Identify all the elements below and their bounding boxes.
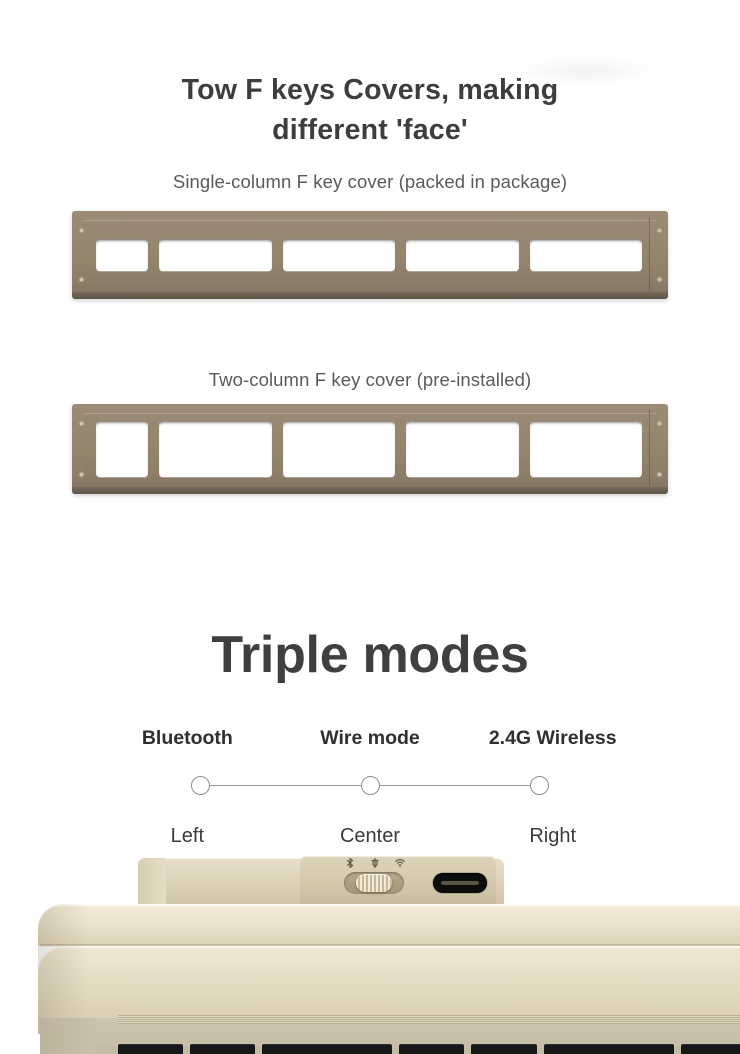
mode-label-bluetooth: Bluetooth (141, 727, 233, 749)
wifi-icon (394, 857, 406, 869)
cutout-esc (96, 239, 148, 271)
two-column-caption: Two-column F key cover (pre-installed) (208, 369, 532, 390)
keycap (399, 1044, 465, 1054)
cutout-group (529, 421, 642, 477)
screw-hole (78, 228, 84, 233)
triple-modes-heading: Triple modes (211, 626, 529, 684)
screw-hole (656, 228, 662, 233)
plate-cutouts (96, 211, 642, 299)
screw-holes-left (74, 211, 88, 299)
keyboard-case-top-lip (38, 904, 740, 946)
modes-diagram: Bluetooth Wire mode 2.4G Wireless Left C… (96, 727, 644, 847)
mode-position-center: Center (339, 825, 401, 847)
cutout-group (159, 421, 272, 477)
mode-slider-knob[interactable] (356, 874, 392, 892)
mode-node-center[interactable] (361, 776, 380, 795)
covers-heading: Tow F keys Covers, making different 'fac… (0, 70, 740, 150)
cutout-group (282, 421, 395, 477)
screw-hole (78, 421, 84, 426)
keycap (680, 1044, 740, 1054)
product-detail-page: Tow F keys Covers, making different 'fac… (0, 0, 740, 1054)
keyboard-deck-left (40, 1018, 100, 1054)
single-column-f-key-cover (72, 211, 668, 299)
mode-labels-row: Bluetooth Wire mode 2.4G Wireless (96, 727, 644, 750)
screw-hole (78, 277, 84, 282)
plate-cutouts (96, 404, 642, 494)
keyboard-groove-lines (118, 1015, 740, 1024)
switch-mode-icons (344, 857, 406, 869)
cutout-group (159, 239, 272, 271)
keycap (190, 1044, 256, 1054)
covers-heading-line2: different 'face' (272, 114, 468, 146)
keycap (118, 1044, 184, 1054)
mode-positions-row: Left Center Right (96, 825, 644, 848)
usb-c-port (433, 873, 487, 893)
mode-label-wire: Wire mode (320, 727, 420, 749)
mode-label-wireless: 2.4G Wireless (488, 727, 617, 749)
plate-seam-line (649, 217, 650, 291)
keyboard-rear-module-left (138, 858, 166, 910)
screw-hole (656, 421, 662, 426)
wired-icon (369, 857, 381, 869)
mode-position-left: Left (170, 825, 205, 847)
screw-holes-right (652, 404, 666, 494)
cutout-group (529, 239, 642, 271)
keycap (471, 1044, 537, 1054)
single-column-caption: Single-column F key cover (packed in pac… (172, 171, 568, 192)
mode-node-left[interactable] (191, 776, 210, 795)
screw-hole (656, 277, 662, 282)
mode-node-right[interactable] (530, 776, 549, 795)
cutout-group (282, 239, 395, 271)
keyboard-case-left-shading (38, 904, 88, 1034)
keycap (262, 1044, 393, 1054)
mode-slider-switch[interactable] (344, 872, 404, 894)
bluetooth-icon (344, 857, 356, 869)
keycap-row (118, 1044, 740, 1054)
screw-holes-right (652, 211, 666, 299)
plate-seam-line (649, 410, 650, 486)
cutout-group (406, 239, 519, 271)
screw-hole (656, 472, 662, 477)
mode-selector-track (96, 776, 644, 796)
two-column-f-key-cover (72, 404, 668, 494)
screw-hole (78, 472, 84, 477)
screw-holes-left (74, 404, 88, 494)
mode-position-right: Right (529, 825, 577, 847)
covers-heading-line1: Tow F keys Covers, making (181, 74, 559, 106)
cutout-esc (96, 421, 148, 477)
cutout-group (406, 421, 519, 477)
keycap (543, 1044, 674, 1054)
